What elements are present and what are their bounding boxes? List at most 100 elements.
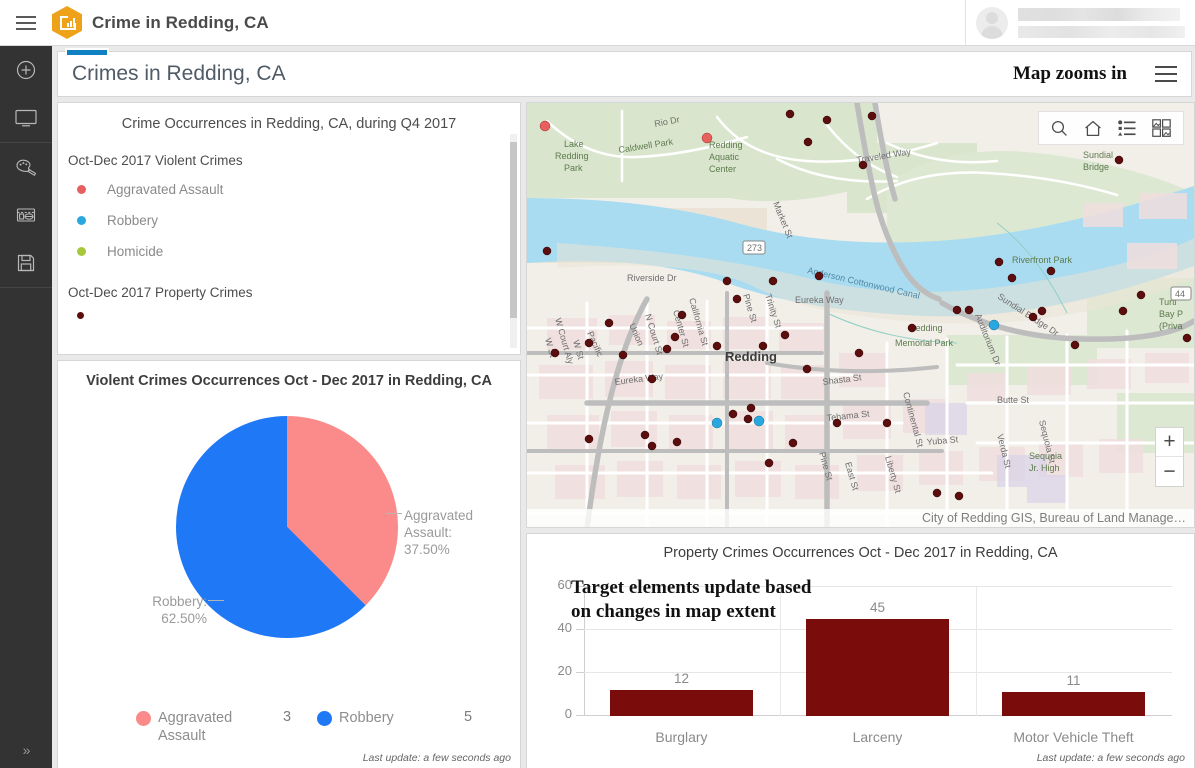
panels-grid: Crime Occurrences in Redding, CA, during… [57, 102, 1195, 768]
zoom-out-button[interactable]: − [1156, 457, 1183, 486]
annotation-map-zooms-in: Map zooms in [1013, 63, 1127, 84]
theme-palette-icon[interactable] [0, 143, 52, 191]
map-tool-bar [1038, 111, 1184, 145]
user-avatar-icon [976, 6, 1008, 39]
pie-legend-swatch-icon [317, 711, 332, 726]
legend-item[interactable]: Aggravated Assault [68, 182, 508, 197]
y-tick-label-60: 60 [557, 577, 572, 592]
legend-swatch-icon [77, 247, 86, 256]
map-card[interactable]: .lbl{font-family:"Liberation Sans",sans-… [526, 102, 1195, 528]
svg-text:(Priva: (Priva [1159, 321, 1183, 331]
dashboard-app: Crime in Redding, CA » Crimes in Redding… [0, 0, 1195, 768]
svg-text:Aquatic: Aquatic [709, 152, 740, 162]
legend-item[interactable]: Homicide [68, 244, 508, 259]
svg-text:Sequoia: Sequoia [1029, 451, 1062, 461]
svg-text:Riverfront Park: Riverfront Park [1012, 255, 1073, 265]
pie-chart-legend: Aggravated Assault 3 Robbery 5 [58, 709, 520, 745]
bar-value-motor-vehicle-theft: 11 [1066, 673, 1081, 688]
layout-icon[interactable] [0, 191, 52, 239]
legend-section-heading-property: Oct-Dec 2017 Property Crimes [68, 285, 253, 300]
save-icon[interactable] [0, 239, 52, 287]
svg-text:Eureka Way: Eureka Way [795, 295, 844, 305]
dashboard-title: Crimes in Redding, CA [72, 62, 286, 85]
top-bar: Crime in Redding, CA [0, 0, 1195, 46]
y-tick-label-20: 20 [557, 663, 572, 678]
add-element-icon[interactable] [0, 46, 52, 94]
annotation-target-elements: Target elements update based on changes … [571, 577, 812, 622]
legend-item[interactable]: Robbery [68, 213, 508, 228]
pie-slice-label-aggravated-assault: Aggravated Assault: 37.50% [404, 508, 474, 557]
map-attribution: City of Redding GIS, Bureau of Land Mana… [527, 509, 1194, 527]
svg-text:Bridge: Bridge [1083, 162, 1109, 172]
expand-rail-button[interactable]: » [0, 732, 52, 768]
svg-text:Center: Center [709, 164, 736, 174]
legend-body: Oct-Dec 2017 Violent Crimes Aggravated A… [58, 138, 520, 319]
dashboard-header: Crimes in Redding, CA Map zooms in [57, 48, 1192, 97]
rail-divider-2 [0, 287, 52, 288]
bar-value-burglary: 12 [673, 671, 690, 686]
pie-last-update: Last update: a few seconds ago [362, 752, 511, 764]
vertical-divider-2 [976, 586, 977, 716]
user-name-redacted [1018, 7, 1185, 38]
user-account[interactable] [965, 0, 1195, 46]
legend-swatch-icon [77, 185, 86, 194]
pie-legend-item[interactable]: Robbery 5 [317, 709, 498, 745]
legend-card: Crime Occurrences in Redding, CA, during… [57, 102, 521, 355]
svg-text:273: 273 [747, 243, 762, 253]
svg-text:Bay P: Bay P [1159, 309, 1183, 319]
pie-slice-label-robbery: Robbery: 62.50% [152, 594, 207, 626]
operations-dashboard-logo-icon [52, 6, 82, 39]
svg-text:Memorial Park: Memorial Park [895, 338, 954, 348]
legend-swatch-icon [77, 216, 86, 225]
pie-legend-value: 5 [463, 709, 473, 725]
pie-chart-plot: Aggravated Assault: 37.50% Robbery: 62.5… [58, 389, 520, 744]
y-tick-label-0: 0 [564, 706, 572, 721]
hamburger-icon[interactable] [0, 0, 52, 46]
bar-category-motor-vehicle-theft: Motor Vehicle Theft [1013, 729, 1134, 745]
dashboard-tab-handle[interactable] [65, 48, 109, 57]
pie-chart-title: Violent Crimes Occurrences Oct - Dec 201… [86, 373, 492, 389]
pie-leader-line-right [386, 513, 402, 514]
bar-category-larceny: Larceny [852, 729, 903, 745]
pie-chart-graphic[interactable] [176, 416, 398, 638]
svg-text:Butte St: Butte St [997, 395, 1030, 405]
pie-legend-item[interactable]: Aggravated Assault 3 [136, 709, 317, 745]
y-tick-0 [576, 715, 584, 716]
map-canvas[interactable]: .lbl{font-family:"Liberation Sans",sans-… [527, 103, 1194, 527]
bar-larceny[interactable] [806, 618, 949, 716]
svg-text:44: 44 [1175, 289, 1185, 299]
home-icon[interactable] [1084, 120, 1102, 137]
zoom-in-button[interactable]: + [1156, 428, 1183, 457]
svg-text:Jr. High: Jr. High [1029, 463, 1060, 473]
pie-legend-label: Robbery [339, 710, 394, 726]
svg-text:Redding: Redding [709, 140, 743, 150]
dashboard-menu-icon[interactable] [1155, 66, 1177, 82]
bar-chart-card: Property Crimes Occurrences Oct - Dec 20… [526, 533, 1195, 768]
bar-burglary[interactable] [610, 690, 753, 716]
svg-text:Lake: Lake [564, 139, 584, 149]
left-rail: » [0, 46, 52, 768]
legend-card-title: Crime Occurrences in Redding, CA, during… [121, 116, 457, 132]
display-icon[interactable] [0, 94, 52, 142]
pie-chart-card: Violent Crimes Occurrences Oct - Dec 201… [57, 360, 521, 768]
legend-icon[interactable] [1118, 120, 1136, 136]
search-icon[interactable] [1051, 120, 1068, 137]
bar-motor-vehicle-theft[interactable] [1002, 692, 1145, 716]
basemap-gallery-icon[interactable] [1152, 119, 1171, 137]
svg-text:Park: Park [564, 163, 583, 173]
legend-item[interactable] [68, 312, 508, 319]
pie-legend-label: Aggravated Assault [158, 710, 233, 744]
y-tick-20 [576, 672, 584, 673]
pie-leader-line-left [208, 600, 224, 601]
map-zoom-controls: + − [1155, 427, 1184, 487]
legend-item-label: Aggravated Assault [107, 182, 224, 197]
pie-legend-value: 3 [282, 709, 292, 725]
pie-legend-swatch-icon [136, 711, 151, 726]
legend-item-label: Robbery [107, 213, 159, 228]
legend-swatch-icon [77, 312, 84, 319]
bar-last-update: Last update: a few seconds ago [1036, 752, 1185, 764]
bar-category-burglary: Burglary [655, 729, 708, 745]
legend-scrollbar[interactable] [510, 134, 517, 348]
y-tick-label-40: 40 [557, 620, 572, 635]
app-title: Crime in Redding, CA [92, 12, 269, 32]
